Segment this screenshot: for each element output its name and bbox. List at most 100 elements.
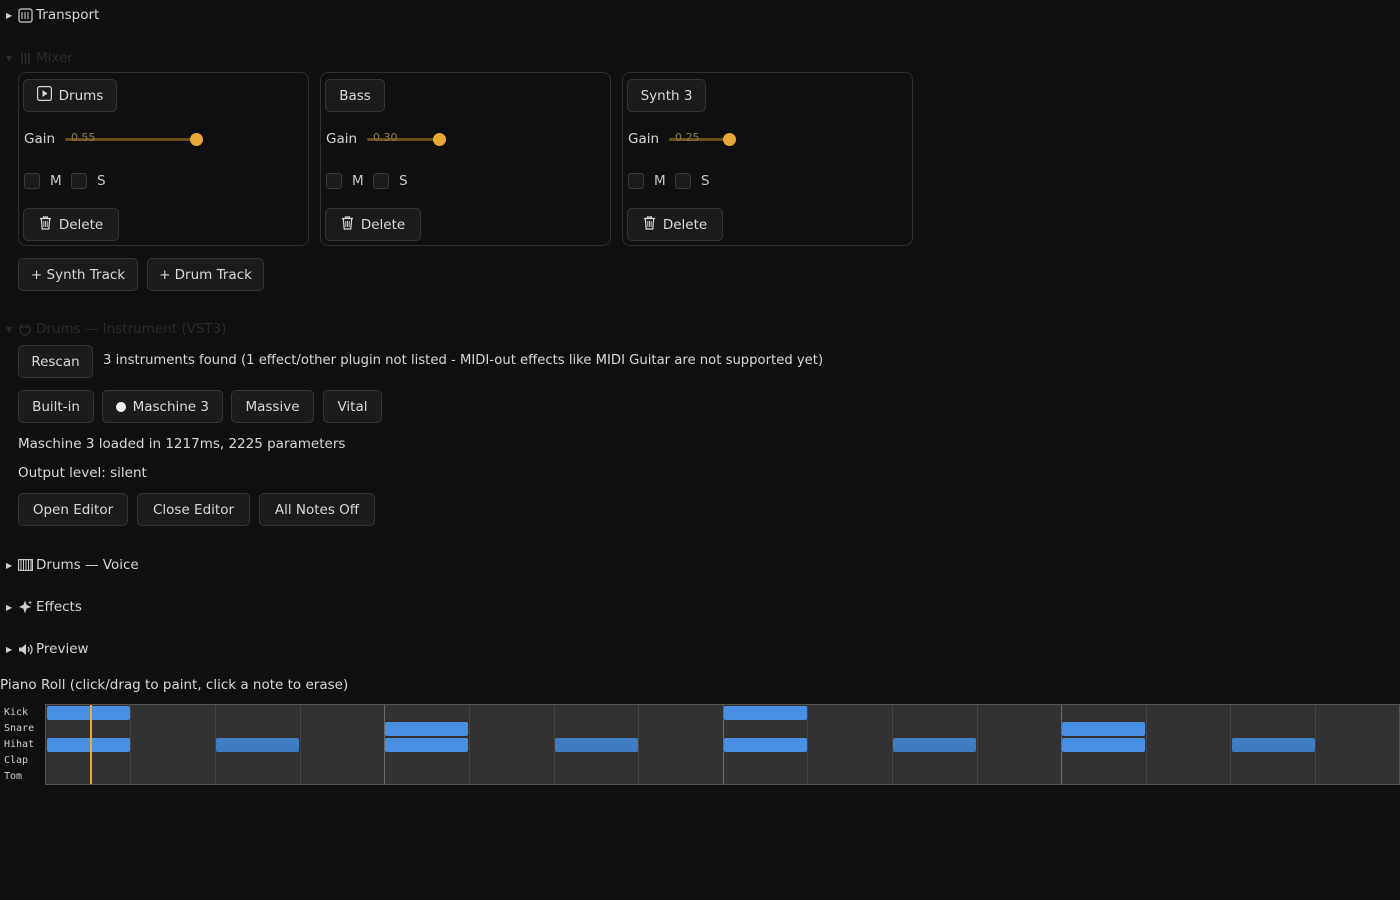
track-name: Drums [58,87,104,104]
track-name: Synth 3 [640,87,693,104]
note-hihat[interactable] [1062,738,1145,752]
delete-track-button[interactable]: Delete [325,208,421,241]
playhead [90,705,92,784]
gain-label: Gain [326,131,358,147]
track-card-synth-3: Synth 3 Gain 0.25 M S Delete [622,72,913,246]
beat-line [638,705,639,784]
output-level-text: Output level: silent [18,465,147,481]
section-label: Drums — Instrument (VST3) [36,321,227,337]
track-card-drums: Drums Gain 0.55 M S Delete [18,72,309,246]
section-label: Mixer [36,50,73,66]
gain-value: 0.25 [675,131,700,144]
delete-label: Delete [360,216,406,233]
note-hihat[interactable] [385,738,468,752]
note-snare[interactable] [1062,722,1145,736]
gain-slider[interactable]: 0.55 [65,131,203,146]
note-kick[interactable] [47,706,130,720]
note-snare[interactable] [385,722,468,736]
trash-icon [643,215,656,234]
all-notes-off-button[interactable]: All Notes Off [259,493,375,526]
slider-knob[interactable] [433,133,446,146]
mute-checkbox[interactable] [628,173,644,189]
row-label-tom: Tom [4,771,23,782]
delete-track-button[interactable]: Delete [627,208,723,241]
track-name-button[interactable]: Bass [325,79,385,112]
gain-value: 0.30 [373,131,398,144]
slider-knob[interactable] [723,133,736,146]
section-header-transport[interactable]: ▶ Transport [0,5,99,25]
note-hihat[interactable] [555,738,638,752]
track-card-bass: Bass Gain 0.30 M S Delete [320,72,611,246]
gain-slider[interactable]: 0.30 [367,131,446,146]
collapse-arrow-icon: ▼ [6,324,13,334]
piano-roll-grid[interactable] [45,704,1400,785]
row-label-snare: Snare [4,723,35,734]
sparkle-icon [14,600,36,614]
gain-slider[interactable]: 0.25 [669,131,736,146]
play-icon [36,86,52,105]
mute-label: M [352,173,364,189]
section-label: Drums — Voice [36,557,139,573]
beat-line [977,705,978,784]
instrument-option-massive[interactable]: Massive [231,390,314,423]
delete-track-button[interactable]: Delete [23,208,119,241]
beat-line [130,705,131,784]
section-header-effects[interactable]: ▶ Effects [0,597,82,617]
beat-line [1315,705,1316,784]
solo-label: S [97,173,106,189]
selected-dot-icon [116,401,126,412]
note-hihat[interactable] [893,738,976,752]
note-hihat[interactable] [47,738,130,752]
slider-knob[interactable] [190,133,203,146]
beat-line [300,705,301,784]
rescan-button[interactable]: Rescan [18,345,93,378]
section-header-preview[interactable]: ▶ Preview [0,639,89,659]
piano-roll-title: Piano Roll (click/drag to paint, click a… [0,677,349,693]
section-label: Preview [36,641,89,657]
note-kick[interactable] [724,706,807,720]
instrument-option-built-in[interactable]: Built-in [18,390,94,423]
section-header-instrument[interactable]: ▼ Drums — Instrument (VST3) [0,319,227,339]
row-label-kick: Kick [4,707,29,718]
section-label: Effects [36,599,82,615]
mute-label: M [50,173,62,189]
beat-line [469,705,470,784]
scan-status-text: 3 instruments found (1 effect/other plug… [103,353,824,368]
delete-label: Delete [58,216,104,233]
add-synth-track-button[interactable]: + Synth Track [18,258,138,291]
delete-label: Delete [662,216,708,233]
section-header-voice[interactable]: ▶ Drums — Voice [0,555,139,575]
mute-checkbox[interactable] [24,173,40,189]
open-editor-button[interactable]: Open Editor [18,493,128,526]
beat-line [1146,705,1147,784]
gain-label: Gain [628,131,660,147]
note-hihat[interactable] [724,738,807,752]
instrument-option-maschine-3[interactable]: Maschine 3 [102,390,223,423]
row-label-clap: Clap [4,755,29,766]
solo-label: S [399,173,408,189]
note-hihat[interactable] [216,738,299,752]
gain-label: Gain [24,131,56,147]
mute-label: M [654,173,666,189]
close-editor-button[interactable]: Close Editor [137,493,250,526]
collapse-arrow-icon: ▶ [6,560,13,570]
section-label: Transport [36,7,100,23]
speaker-icon [14,643,36,656]
collapse-arrow-icon: ▶ [6,10,13,20]
row-label-hihat: Hihat [4,739,35,750]
section-header-mixer[interactable]: ▼ Mixer [0,48,73,68]
beat-line [807,705,808,784]
track-name-button[interactable]: Synth 3 [627,79,706,112]
solo-label: S [701,173,710,189]
plug-icon [14,323,36,336]
track-name: Bass [339,87,371,104]
instrument-option-vital[interactable]: Vital [323,390,382,423]
track-name-button[interactable]: Drums [23,79,117,112]
solo-checkbox[interactable] [675,173,691,189]
mute-checkbox[interactable] [326,173,342,189]
solo-checkbox[interactable] [71,173,87,189]
note-hihat[interactable] [1232,738,1315,752]
solo-checkbox[interactable] [373,173,389,189]
beat-line [1230,705,1231,784]
add-drum-track-button[interactable]: + Drum Track [147,258,264,291]
